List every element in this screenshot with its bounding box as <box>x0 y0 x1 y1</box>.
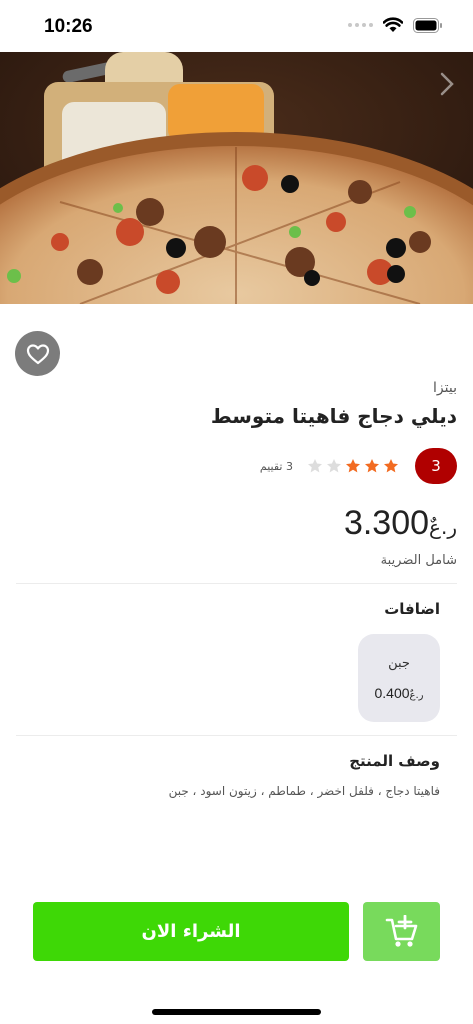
star-icon <box>346 459 360 473</box>
status-bar: 10:26 <box>0 0 473 52</box>
addon-name: جبن <box>388 655 410 671</box>
product-name: ديلي دجاج فاهيتا متوسط <box>210 404 457 428</box>
star-icon <box>308 459 322 473</box>
addons-title: اضافات <box>384 600 440 618</box>
rating-badge: 3 <box>415 448 457 484</box>
divider <box>16 735 457 736</box>
heart-icon <box>26 343 49 364</box>
battery-icon <box>413 17 442 33</box>
product-image <box>0 52 473 304</box>
star-icon <box>384 459 398 473</box>
rating-row: 3 تقييم 3 <box>260 448 457 484</box>
signal-icon <box>348 23 373 27</box>
description-title: وصف المنتج <box>349 752 440 770</box>
cart-plus-icon <box>385 914 417 947</box>
star-icon <box>365 459 379 473</box>
wifi-icon <box>383 17 403 32</box>
divider <box>16 583 457 584</box>
product-price: 3.300ر.عٌ <box>344 504 457 543</box>
buy-now-button[interactable]: الشراء الان <box>33 902 349 961</box>
tax-note: شامل الضريبة <box>380 553 457 568</box>
add-to-cart-button[interactable] <box>363 902 440 961</box>
addon-price-currency: ر.عٌ <box>409 689 424 701</box>
addon-price-amount: 0.400 <box>374 684 410 701</box>
price-currency: ر.عٌ <box>429 515 457 539</box>
addon-price: 0.400ر.عٌ <box>374 685 423 701</box>
rating-stars <box>307 458 399 474</box>
description-text: فاهيتا دجاج ، فلفل اخضر ، طماطم ، زيتون … <box>168 784 440 798</box>
product-category: بيتزا <box>433 380 457 396</box>
status-icons <box>348 17 443 33</box>
price-amount: 3.300 <box>343 504 430 542</box>
addon-item-cheese[interactable]: جبن 0.400ر.عٌ <box>358 634 440 722</box>
status-time: 10:26 <box>44 16 93 37</box>
star-icon <box>327 459 341 473</box>
home-indicator[interactable] <box>152 1009 321 1015</box>
favorite-button[interactable] <box>15 331 60 376</box>
rating-count: 3 تقييم <box>259 459 293 473</box>
